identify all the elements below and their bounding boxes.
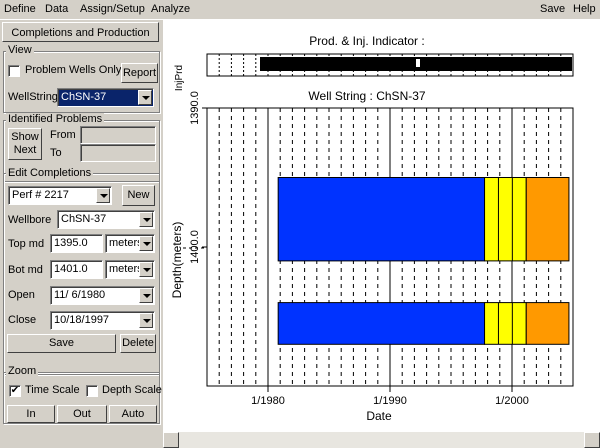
scroll-left-button[interactable]: [163, 432, 179, 448]
menu-assign-setup[interactable]: Assign/Setup: [80, 3, 145, 15]
wellstring-value: ChSN-37: [61, 91, 107, 103]
completions-production-tab[interactable]: Completions and Production: [2, 22, 159, 42]
control-panel: Completions and Production View Problem …: [0, 20, 163, 448]
chevron-down-icon[interactable]: [139, 212, 153, 227]
to-field[interactable]: [80, 144, 156, 162]
completion-segment: [525, 177, 570, 262]
main-ylabel: Depth(meters): [170, 222, 184, 299]
checkmark-icon: ✔: [10, 385, 20, 396]
chevron-down-icon[interactable]: [139, 288, 153, 303]
wellstring-label: WellString: [8, 91, 58, 103]
menu-help[interactable]: Help: [573, 3, 596, 15]
indicator-title: Prod. & Inj. Indicator :: [309, 34, 424, 48]
view-group-title: View: [6, 44, 34, 56]
chevron-down-icon[interactable]: [139, 236, 153, 251]
depth-scale-checkbox[interactable]: [86, 385, 98, 397]
top-md-input[interactable]: 1395.0: [50, 234, 103, 253]
main-xlabel: Date: [366, 409, 392, 423]
time-scale-checkbox[interactable]: ✔: [9, 385, 21, 397]
horizontal-scrollbar[interactable]: [163, 432, 600, 448]
close-date-select[interactable]: 10/18/1997: [50, 311, 155, 330]
menu-analyze[interactable]: Analyze: [151, 3, 190, 15]
zoom-auto-button[interactable]: Auto: [109, 405, 157, 423]
chevron-down-icon[interactable]: [139, 313, 153, 328]
x-tick-label: 1/1990: [373, 395, 407, 407]
bot-unit-select[interactable]: meters: [105, 260, 155, 279]
chevron-down-icon[interactable]: [138, 90, 152, 105]
well-timeline-chart[interactable]: Prod. & Inj. Indicator : InjPrd Well Str…: [163, 20, 600, 432]
identified-problems-title: Identified Problems: [6, 113, 105, 125]
delete-button[interactable]: Delete: [120, 334, 156, 353]
show-next-line2: Next: [13, 144, 37, 156]
completion-segment: [277, 177, 486, 262]
x-tick-label: 1/2000: [495, 395, 529, 407]
menu-save[interactable]: Save: [540, 3, 565, 15]
from-field[interactable]: [80, 126, 156, 144]
menu-bar: Define Data Assign/Setup Analyze Save He…: [0, 0, 600, 20]
show-next-button[interactable]: Show Next: [8, 128, 42, 160]
top-unit-value: meters: [109, 237, 143, 249]
wellbore-label: Wellbore: [8, 214, 52, 226]
menu-data[interactable]: Data: [45, 3, 68, 15]
top-unit-select[interactable]: meters: [105, 234, 155, 253]
scroll-right-button[interactable]: [584, 432, 600, 448]
chart-area: Prod. & Inj. Indicator : InjPrd Well Str…: [163, 20, 600, 448]
open-date-select[interactable]: 11/ 6/1980: [50, 286, 155, 305]
bot-md-label: Bot md: [8, 264, 43, 276]
to-label: To: [50, 147, 62, 159]
x-tick-label: 1/1980: [251, 395, 285, 407]
wellbore-value: ChSN-37: [61, 213, 107, 225]
time-scale-label: Time Scale: [25, 384, 80, 396]
edit-completions-title: Edit Completions: [6, 167, 94, 179]
chevron-down-icon[interactable]: [96, 188, 110, 203]
show-next-line1: Show: [11, 131, 39, 143]
wellstring-select[interactable]: ChSN-37: [57, 88, 154, 107]
perf-select[interactable]: Perf # 2217: [8, 186, 112, 205]
zoom-group-title: Zoom: [6, 365, 39, 377]
from-label: From: [50, 129, 76, 141]
menu-define[interactable]: Define: [4, 3, 36, 15]
zoom-in-button[interactable]: In: [7, 405, 55, 423]
top-md-label: Top md: [8, 238, 45, 250]
completion-segment: [277, 302, 486, 345]
completion-segment: [525, 302, 570, 345]
completion-segment: [484, 177, 527, 262]
chevron-down-icon[interactable]: [139, 262, 153, 277]
indicator-ylabel: InjPrd: [174, 65, 185, 91]
y-tick-label: 1400.0: [189, 230, 201, 264]
depth-scale-label: Depth Scale: [102, 384, 162, 396]
open-label: Open: [8, 289, 35, 301]
problem-wells-label: Problem Wells Only: [25, 64, 122, 76]
open-date-value: 11/ 6/1980: [54, 289, 106, 301]
report-button[interactable]: Report: [121, 63, 158, 83]
perf-value: Perf # 2217: [12, 189, 69, 201]
y-tick-label: 1390.0: [189, 91, 201, 125]
problem-wells-checkbox[interactable]: [8, 65, 20, 77]
wellbore-select[interactable]: ChSN-37: [57, 210, 155, 229]
completion-segment: [484, 302, 527, 345]
indicator-gap: [416, 59, 420, 67]
bot-unit-value: meters: [109, 263, 143, 275]
close-label: Close: [8, 314, 37, 326]
main-chart-title: Well String : ChSN-37: [308, 89, 425, 103]
close-date-value: 10/18/1997: [54, 314, 110, 326]
bot-md-input[interactable]: 1401.0: [50, 260, 103, 279]
zoom-out-button[interactable]: Out: [57, 405, 107, 423]
new-button[interactable]: New: [122, 185, 155, 206]
save-button[interactable]: Save: [7, 334, 116, 353]
